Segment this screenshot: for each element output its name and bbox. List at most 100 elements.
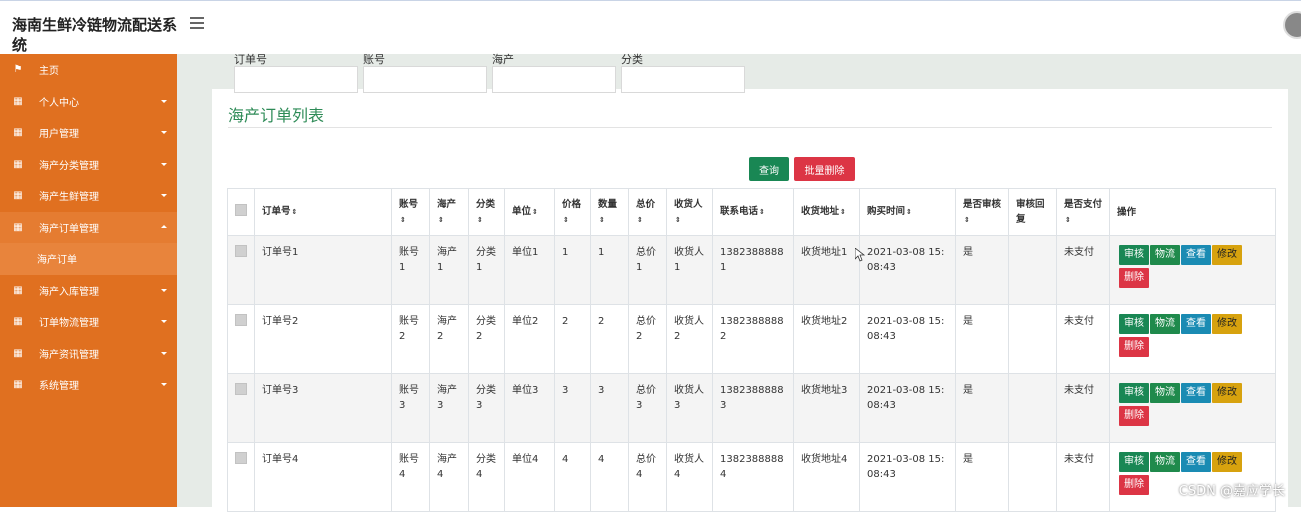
logistics-button[interactable]: 物流 <box>1150 314 1180 334</box>
column-header[interactable]: 分类 ⇕ <box>468 188 505 236</box>
seafood-input[interactable] <box>492 66 616 93</box>
sort-icon[interactable]: ⇕ <box>964 216 970 224</box>
sidebar-item-2[interactable]: ▦ 用户管理 <box>0 117 177 149</box>
table-cell: 1 <box>554 235 591 305</box>
sort-icon[interactable]: ⇕ <box>400 216 406 224</box>
column-header[interactable]: 收货人 ⇕ <box>666 188 713 236</box>
sort-icon[interactable]: ⇕ <box>477 216 483 224</box>
audit-button[interactable]: 审核 <box>1119 383 1149 403</box>
column-header[interactable]: 海产 ⇕ <box>429 188 469 236</box>
delete-button[interactable]: 删除 <box>1119 406 1149 426</box>
sidebar-subitem-orders[interactable]: 海产订单 <box>0 243 177 275</box>
sidebar-item-label: 用户管理 <box>39 129 79 141</box>
batch-delete-button[interactable]: 批量删除 <box>794 157 855 181</box>
select-all-checkbox[interactable] <box>235 203 247 216</box>
row-checkbox[interactable] <box>235 245 247 257</box>
column-header[interactable]: 总价 ⇕ <box>628 188 667 236</box>
row-select-cell <box>227 373 255 443</box>
view-button[interactable]: 查看 <box>1181 314 1211 334</box>
logistics-button[interactable]: 物流 <box>1150 452 1180 472</box>
grid-icon: ▦ <box>13 221 23 233</box>
column-header-label: 总价 <box>636 198 656 210</box>
sidebar-item-8[interactable]: ▦ 海产资讯管理 <box>0 338 177 370</box>
edit-button[interactable]: 修改 <box>1212 383 1242 403</box>
sort-icon[interactable]: ⇕ <box>675 216 681 224</box>
caret-icon <box>161 383 167 386</box>
table-cell <box>1008 373 1057 443</box>
grid-icon: ▦ <box>13 347 23 359</box>
grid-icon: ▦ <box>13 190 23 202</box>
caret-icon <box>161 288 167 292</box>
caret-icon <box>161 131 167 134</box>
sidebar-item-9[interactable]: ▦ 系统管理 <box>0 369 177 401</box>
sidebar-item-3[interactable]: ▦ 海产分类管理 <box>0 149 177 181</box>
table-cell: 2 <box>590 304 629 374</box>
audit-button[interactable]: 审核 <box>1119 245 1149 265</box>
column-header[interactable]: 是否支付 ⇕ <box>1056 188 1110 236</box>
sort-icon[interactable]: ⇕ <box>906 208 912 216</box>
table-cell: 未支付 <box>1056 373 1110 443</box>
sort-icon[interactable]: ⇕ <box>759 208 765 216</box>
sort-icon[interactable]: ⇕ <box>599 216 605 224</box>
category-input[interactable] <box>621 66 745 93</box>
sort-icon[interactable]: ⇕ <box>438 216 444 224</box>
column-header[interactable]: 单位⇕ <box>504 188 555 236</box>
sort-icon[interactable]: ⇕ <box>532 208 538 216</box>
sidebar-item-4[interactable]: ▦ 海产生鲜管理 <box>0 180 177 212</box>
view-button[interactable]: 查看 <box>1181 245 1211 265</box>
sort-icon[interactable]: ⇕ <box>563 216 569 224</box>
table-cell: 分类3 <box>468 373 505 443</box>
actions-cell: 审核 物流 查看 修改删除 <box>1109 235 1276 305</box>
table-cell: 单位1 <box>504 235 555 305</box>
order-no-input[interactable] <box>234 66 358 93</box>
column-header-label: 联系电话 <box>720 206 759 217</box>
delete-button[interactable]: 删除 <box>1119 268 1149 288</box>
sort-icon[interactable]: ⇕ <box>637 216 643 224</box>
edit-button[interactable]: 修改 <box>1212 245 1242 265</box>
audit-button[interactable]: 审核 <box>1119 452 1149 472</box>
column-header-label: 审核回复 <box>1016 199 1045 225</box>
delete-button[interactable]: 删除 <box>1119 337 1149 357</box>
edit-button[interactable]: 修改 <box>1212 314 1242 334</box>
caret-icon <box>161 351 167 355</box>
filter-label-seafood: 海产 <box>492 53 514 66</box>
edit-button[interactable]: 修改 <box>1212 452 1242 472</box>
view-button[interactable]: 查看 <box>1181 452 1211 472</box>
column-header[interactable]: 订单号⇕ <box>254 188 392 236</box>
sort-icon[interactable]: ⇕ <box>840 208 846 216</box>
sort-icon[interactable]: ⇕ <box>1065 216 1071 224</box>
column-header[interactable]: 收货地址⇕ <box>793 188 860 236</box>
sidebar-item-0[interactable]: ⚑ 主页 <box>0 54 177 86</box>
search-button[interactable]: 查询 <box>749 157 789 181</box>
delete-button[interactable]: 删除 <box>1119 475 1149 495</box>
view-button[interactable]: 查看 <box>1181 383 1211 403</box>
column-header[interactable]: 联系电话⇕ <box>712 188 794 236</box>
table-cell: 收货人2 <box>666 304 713 374</box>
table-cell: 单位2 <box>504 304 555 374</box>
sort-icon[interactable]: ⇕ <box>292 208 298 216</box>
sidebar-item-1[interactable]: ▦ 个人中心 <box>0 86 177 118</box>
sidebar-item-7[interactable]: ▦ 订单物流管理 <box>0 306 177 338</box>
row-checkbox[interactable] <box>235 314 247 326</box>
logistics-button[interactable]: 物流 <box>1150 383 1180 403</box>
column-header[interactable]: 是否审核 ⇕ <box>955 188 1009 236</box>
account-input[interactable] <box>363 66 487 93</box>
table-row: 订单号1 账号1 海产1 分类1 单位1 1 1 总价1 收货人1 13823888881 收货地址… <box>227 235 1276 305</box>
menu-toggle-icon[interactable] <box>190 17 204 29</box>
grid-icon: ▦ <box>13 284 23 296</box>
row-checkbox[interactable] <box>235 383 247 395</box>
column-header[interactable]: 购买时间⇕ <box>859 188 956 236</box>
table-cell: 13823888884 <box>712 442 794 512</box>
column-header[interactable]: 账号 ⇕ <box>391 188 430 236</box>
sidebar-item-5[interactable]: ▦ 海产订单管理 <box>0 211 177 243</box>
column-header[interactable]: 价格 ⇕ <box>554 188 591 236</box>
row-checkbox[interactable] <box>235 452 247 464</box>
logistics-button[interactable]: 物流 <box>1150 245 1180 265</box>
column-header[interactable]: 数量 ⇕ <box>590 188 629 236</box>
audit-button[interactable]: 审核 <box>1119 314 1149 334</box>
sidebar-item-6[interactable]: ▦ 海产入库管理 <box>0 275 177 307</box>
column-header-label: 海产 <box>437 198 457 210</box>
table-cell: 账号1 <box>391 235 430 305</box>
avatar[interactable] <box>1283 11 1301 39</box>
table-cell: 账号4 <box>391 442 430 512</box>
